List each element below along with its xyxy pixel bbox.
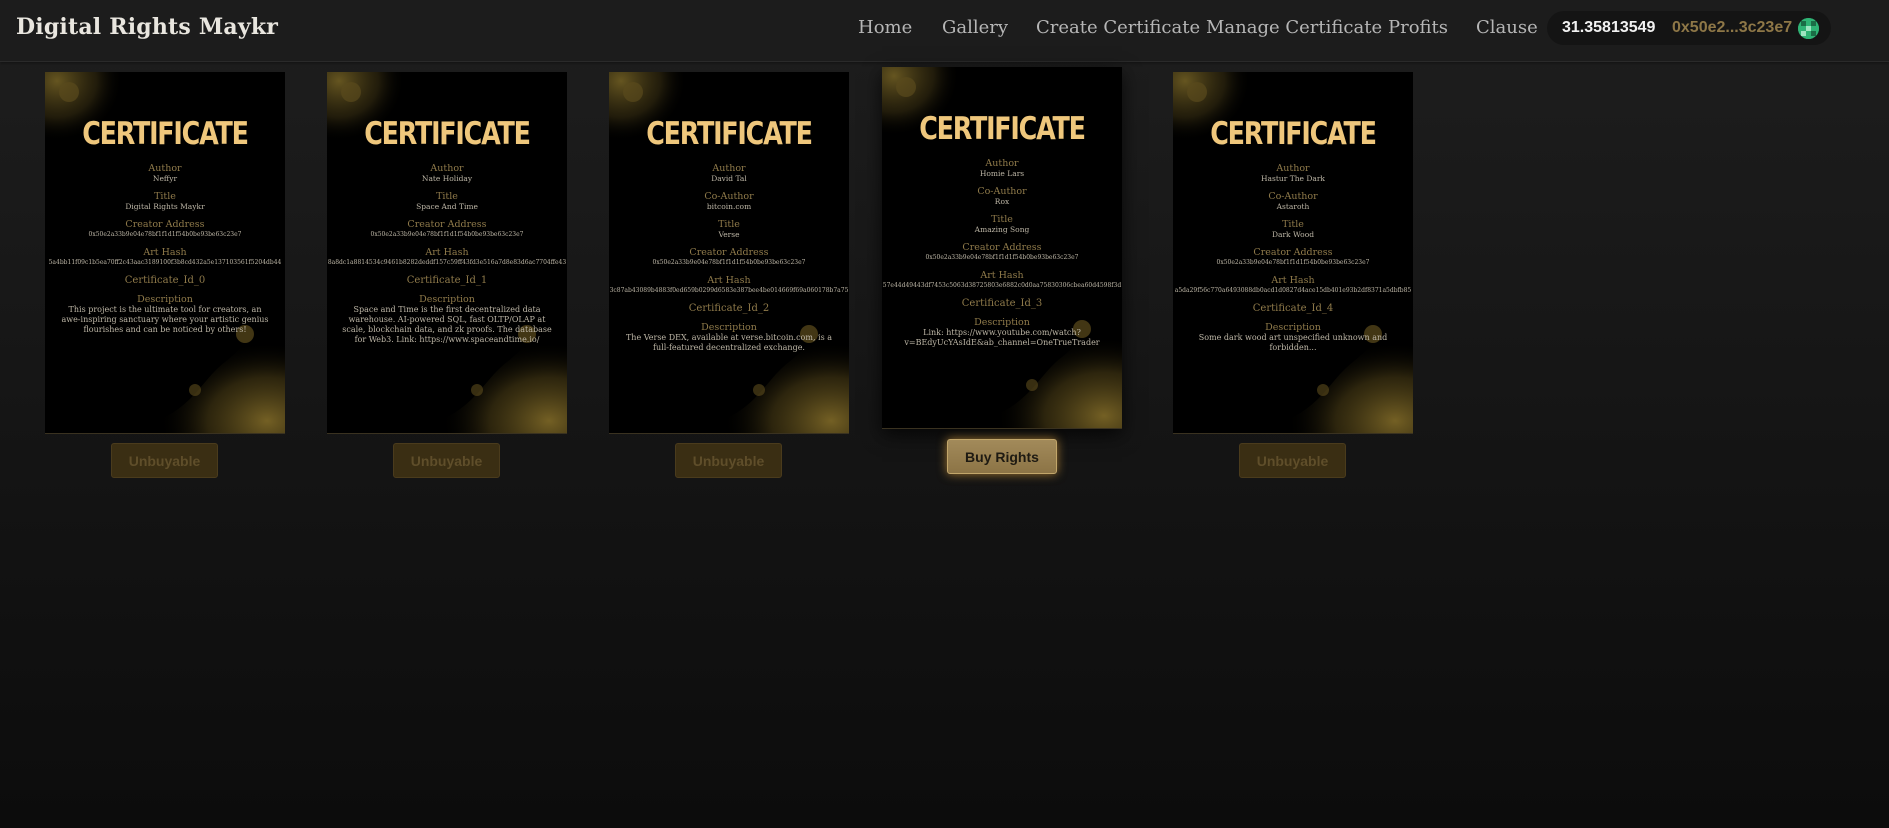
art-hash-label: Art Hash [980,270,1024,281]
unbuyable-button[interactable]: Unbuyable [393,443,500,478]
coauthor-value: Astaroth [1276,202,1310,211]
description-label: Description [1265,322,1321,333]
author-label: Author [712,163,746,174]
author-value: Nate Holiday [421,174,473,183]
coauthor-value: bitcoin.com [706,202,752,211]
certificate-heading: CERTIFICATE [919,111,1086,147]
certificate-content: CERTIFICATE Author Nate Holiday Title Space … [327,72,567,345]
unbuyable-button[interactable]: Unbuyable [1239,443,1346,478]
buy-rights-button[interactable]: Buy Rights [947,439,1057,474]
title-value: Amazing Song [974,225,1030,234]
author-label: Author [985,158,1019,169]
title-value: Dark Wood [1271,230,1315,239]
art-hash-label: Art Hash [425,247,469,258]
coauthor-value: Rox [994,197,1010,206]
art-hash-label: Art Hash [143,247,187,258]
nav-home[interactable]: Home [858,17,912,38]
creator-address-label: Creator Address [962,242,1042,253]
author-value: Hastur The Dark [1261,174,1325,183]
art-hash-label: Art Hash [1271,275,1315,286]
creator-address-label: Creator Address [689,247,769,258]
unbuyable-button[interactable]: Unbuyable [675,443,782,478]
certificate-id: Certificate_Id_1 [406,275,488,286]
description-label: Description [419,294,475,305]
description-label: Description [137,294,193,305]
creator-address-label: Creator Address [407,219,487,230]
title-label: Title [436,191,458,202]
author-label: Author [148,163,182,174]
description-value: Link: https://www.youtube.com/watch?v=BE… [904,328,1100,347]
certificate-card: CERTIFICATE Author Nate Holiday Title Space … [327,72,567,434]
description-value: Space and Time is the first decentralize… [342,305,552,344]
title-value: Space And Time [416,202,478,211]
creator-address-value: 0x50e2a33b9e04e78bf1f1d1f54b0be93be63c23… [1216,259,1370,266]
certificate-content: CERTIFICATE Author David Tal Co-Author bitco… [609,72,849,353]
creator-address-value: 0x50e2a33b9e04e78bf1f1d1f54b0be93be63c23… [370,231,524,238]
certificate-heading: CERTIFICATE [82,116,249,152]
title-label: Title [718,219,740,230]
creator-address-value: 0x50e2a33b9e04e78bf1f1d1f54b0be93be63c23… [652,259,806,266]
certificate-id: Certificate_Id_4 [1252,303,1334,314]
title-label: Title [1282,219,1304,230]
wallet-balance: 31.35813549 [1562,19,1656,36]
description-label: Description [701,322,757,333]
nav-profits[interactable]: Profits [1388,17,1448,38]
coauthor-label: Co-Author [704,191,754,202]
author-value: David Tal [711,174,747,183]
title-value: Digital Rights Maykr [125,202,205,211]
nav-manage-certificate[interactable]: Manage Certificate [1206,17,1382,38]
creator-address-label: Creator Address [125,219,205,230]
wallet-account-button[interactable]: 31.35813549 0x50e2...3c23e7 [1547,11,1831,45]
certificate-id: Certificate_Id_3 [961,298,1043,309]
coauthor-label: Co-Author [977,186,1027,197]
certificate-heading: CERTIFICATE [364,116,531,152]
creator-address-value: 0x50e2a33b9e04e78bf1f1d1f54b0be93be63c23… [925,254,1079,261]
certificate-card: CERTIFICATE Author Homie Lars Co-Author Rox T… [882,67,1122,429]
top-navbar: Digital Rights Maykr Home Gallery Create… [0,0,1889,62]
nav-create-certificate[interactable]: Create Certificate [1036,17,1200,38]
author-label: Author [430,163,464,174]
certificate-id: Certificate_Id_2 [688,303,770,314]
art-hash-value: 57e44d49443df7453c5063d38725803e6882c0d0… [882,282,1122,289]
nav-gallery[interactable]: Gallery [942,17,1008,38]
coauthor-label: Co-Author [1268,191,1318,202]
title-value: Verse [718,230,740,239]
wallet-address: 0x50e2...3c23e7 [1672,19,1793,36]
description-value: The Verse DEX, available at verse.bitcoi… [625,333,833,352]
certificate-card: CERTIFICATE Author Neffyr Title Digital Righ… [45,72,285,434]
unbuyable-button[interactable]: Unbuyable [111,443,218,478]
art-hash-value: 5a4bb11f09c1b5ea70ff2c43aac3189100f3b8cd… [48,259,282,266]
art-hash-label: Art Hash [707,275,751,286]
art-hash-value: 3c87ab43089b4883f0ed659b0299d6583e387bee… [609,287,849,294]
description-value: Some dark wood art unspecified unknown a… [1198,333,1388,352]
author-label: Author [1276,163,1310,174]
certificate-card: CERTIFICATE Author Hastur The Dark Co-Autho… [1173,72,1413,434]
creator-address-value: 0x50e2a33b9e04e78bf1f1d1f54b0be93be63c23… [88,231,242,238]
art-hash-value: a5da29f56c770a6493088db0acd1d0827d4ace15… [1174,287,1412,294]
certificate-card: CERTIFICATE Author David Tal Co-Author bitco… [609,72,849,434]
description-value: This project is the ultimate tool for cr… [61,305,269,334]
nav-clause[interactable]: Clause [1476,17,1538,38]
description-label: Description [974,317,1030,328]
avatar-icon [1798,18,1819,39]
certificate-content: CERTIFICATE Author Hastur The Dark Co-Autho… [1173,72,1413,353]
certificate-heading: CERTIFICATE [1210,116,1377,152]
certificate-content: CERTIFICATE Author Homie Lars Co-Author Rox T… [882,67,1122,348]
certificate-content: CERTIFICATE Author Neffyr Title Digital Righ… [45,72,285,335]
art-hash-value: 8a8dc1a8814534c9461b8282deddf157c59ff43f… [327,259,567,266]
title-label: Title [991,214,1013,225]
title-label: Title [154,191,176,202]
author-value: Neffyr [152,174,178,183]
certificate-id: Certificate_Id_0 [124,275,206,286]
creator-address-label: Creator Address [1253,247,1333,258]
author-value: Homie Lars [979,169,1025,178]
certificate-heading: CERTIFICATE [646,116,813,152]
